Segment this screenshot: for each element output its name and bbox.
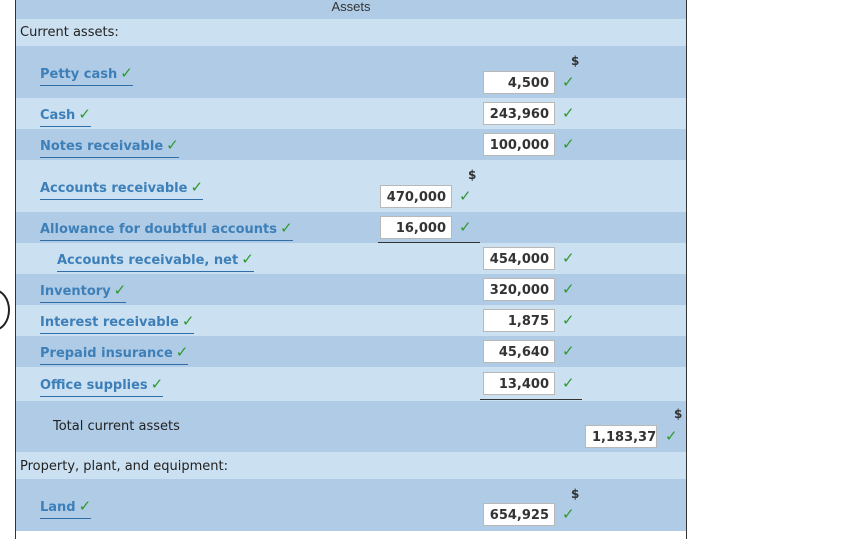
account-select-notes-receivable[interactable]: Notes receivable ✓ bbox=[40, 136, 179, 158]
row-ar-net: Accounts receivable, net ✓ 454,000 ✓ bbox=[16, 243, 686, 274]
section-row-ppe: Property, plant, and equipment: bbox=[16, 452, 686, 479]
amount-input-inventory[interactable]: 320,000 bbox=[483, 278, 555, 301]
row-allowance: Allowance for doubtful accounts ✓ 16,000 … bbox=[16, 212, 686, 243]
check-icon: ✓ bbox=[562, 342, 575, 360]
account-label: Interest receivable bbox=[40, 315, 179, 330]
account-select-accounts-receivable[interactable]: Accounts receivable ✓ bbox=[40, 178, 204, 200]
check-icon: ✓ bbox=[113, 281, 127, 299]
amount-input-interest-receivable[interactable]: 1,875 bbox=[483, 309, 555, 332]
row-land: Land ✓ $ 654,925 ✓ bbox=[16, 479, 686, 531]
check-icon: ✓ bbox=[175, 343, 189, 361]
amount-input-allowance[interactable]: 16,000 bbox=[380, 216, 452, 239]
account-label: Notes receivable bbox=[40, 139, 164, 154]
row-notes-receivable: Notes receivable ✓ 100,000 ✓ bbox=[16, 129, 686, 160]
account-label: Cash bbox=[40, 108, 76, 123]
account-select-office-supplies[interactable]: Office supplies ✓ bbox=[40, 375, 164, 397]
row-cash: Cash ✓ 243,960 ✓ bbox=[16, 98, 686, 129]
account-select-prepaid-insurance[interactable]: Prepaid insurance ✓ bbox=[40, 343, 189, 365]
row-prepaid-insurance: Prepaid insurance ✓ 45,640 ✓ bbox=[16, 336, 686, 367]
check-icon: ✓ bbox=[459, 187, 472, 205]
row-inventory: Inventory ✓ 320,000 ✓ bbox=[16, 274, 686, 305]
check-icon: ✓ bbox=[665, 427, 678, 445]
check-icon: ✓ bbox=[150, 375, 164, 393]
account-label: Accounts receivable bbox=[40, 181, 188, 196]
row-interest-receivable: Interest receivable ✓ 1,875 ✓ bbox=[16, 305, 686, 336]
account-select-inventory[interactable]: Inventory ✓ bbox=[40, 281, 127, 303]
check-icon: ✓ bbox=[562, 374, 575, 392]
account-label: Accounts receivable, net bbox=[57, 253, 239, 268]
dollar-sign: $ bbox=[674, 407, 683, 421]
check-icon: ✓ bbox=[120, 64, 133, 82]
subtotal-rule bbox=[480, 399, 582, 400]
amount-input-office-supplies[interactable]: 13,400 bbox=[483, 372, 555, 395]
account-label: Land bbox=[40, 500, 76, 515]
account-label: Allowance for doubtful accounts bbox=[40, 222, 277, 237]
account-select-cash[interactable]: Cash ✓ bbox=[40, 105, 91, 127]
check-icon: ✓ bbox=[562, 311, 575, 329]
check-icon: ✓ bbox=[280, 219, 293, 237]
row-accounts-receivable: Accounts receivable ✓ $ 470,000 ✓ bbox=[16, 160, 686, 212]
amount-input-total-current-assets[interactable]: 1,183,37 bbox=[585, 425, 657, 448]
amount-input-land[interactable]: 654,925 bbox=[483, 503, 555, 526]
check-icon: ✓ bbox=[562, 104, 575, 122]
amount-input-petty-cash[interactable]: 4,500 bbox=[483, 71, 555, 94]
dollar-sign: $ bbox=[571, 487, 580, 501]
amount-input-accounts-receivable[interactable]: 470,000 bbox=[380, 185, 452, 208]
dollar-sign: $ bbox=[468, 168, 477, 182]
row-office-supplies: Office supplies ✓ 13,400 ✓ bbox=[16, 367, 686, 401]
check-icon: ✓ bbox=[562, 135, 575, 153]
check-icon: ✓ bbox=[78, 105, 91, 123]
account-select-allowance[interactable]: Allowance for doubtful accounts ✓ bbox=[40, 219, 293, 241]
header-row: Assets bbox=[16, 0, 686, 19]
check-icon: ✓ bbox=[562, 505, 575, 523]
amount-input-notes-receivable[interactable]: 100,000 bbox=[483, 133, 555, 156]
amount-input-ar-net[interactable]: 454,000 bbox=[483, 247, 555, 270]
amount-input-cash[interactable]: 243,960 bbox=[483, 102, 555, 125]
balance-sheet-form: Assets Current assets: Petty cash ✓ $ 4,5… bbox=[15, 0, 687, 539]
account-label: Petty cash bbox=[40, 67, 118, 82]
amount-input-prepaid-insurance[interactable]: 45,640 bbox=[483, 340, 555, 363]
total-current-assets-label: Total current assets bbox=[53, 419, 180, 434]
page-title: Assets bbox=[331, 0, 371, 14]
account-label: Inventory bbox=[40, 284, 111, 299]
section-title-current-assets: Current assets: bbox=[20, 25, 119, 40]
check-icon: ✓ bbox=[78, 497, 92, 515]
bottom-row bbox=[16, 531, 686, 539]
check-icon: ✓ bbox=[459, 218, 472, 236]
circle-edge-icon bbox=[0, 289, 10, 331]
account-label: Office supplies bbox=[40, 378, 148, 393]
check-icon: ✓ bbox=[562, 280, 575, 298]
check-icon: ✓ bbox=[166, 136, 179, 154]
account-select-petty-cash[interactable]: Petty cash ✓ bbox=[40, 64, 133, 86]
dollar-sign: $ bbox=[571, 54, 580, 68]
section-row-current-assets: Current assets: bbox=[16, 19, 686, 46]
check-icon: ✓ bbox=[562, 249, 575, 267]
check-icon: ✓ bbox=[181, 312, 195, 330]
account-select-land[interactable]: Land ✓ bbox=[40, 497, 92, 519]
row-petty-cash: Petty cash ✓ $ 4,500 ✓ bbox=[16, 46, 686, 98]
check-icon: ✓ bbox=[241, 250, 254, 268]
account-select-ar-net[interactable]: Accounts receivable, net ✓ bbox=[57, 250, 254, 272]
account-label: Prepaid insurance bbox=[40, 346, 173, 361]
account-select-interest-receivable[interactable]: Interest receivable ✓ bbox=[40, 312, 195, 334]
section-title-ppe: Property, plant, and equipment: bbox=[20, 459, 229, 474]
check-icon: ✓ bbox=[190, 178, 204, 196]
check-icon: ✓ bbox=[562, 73, 575, 91]
